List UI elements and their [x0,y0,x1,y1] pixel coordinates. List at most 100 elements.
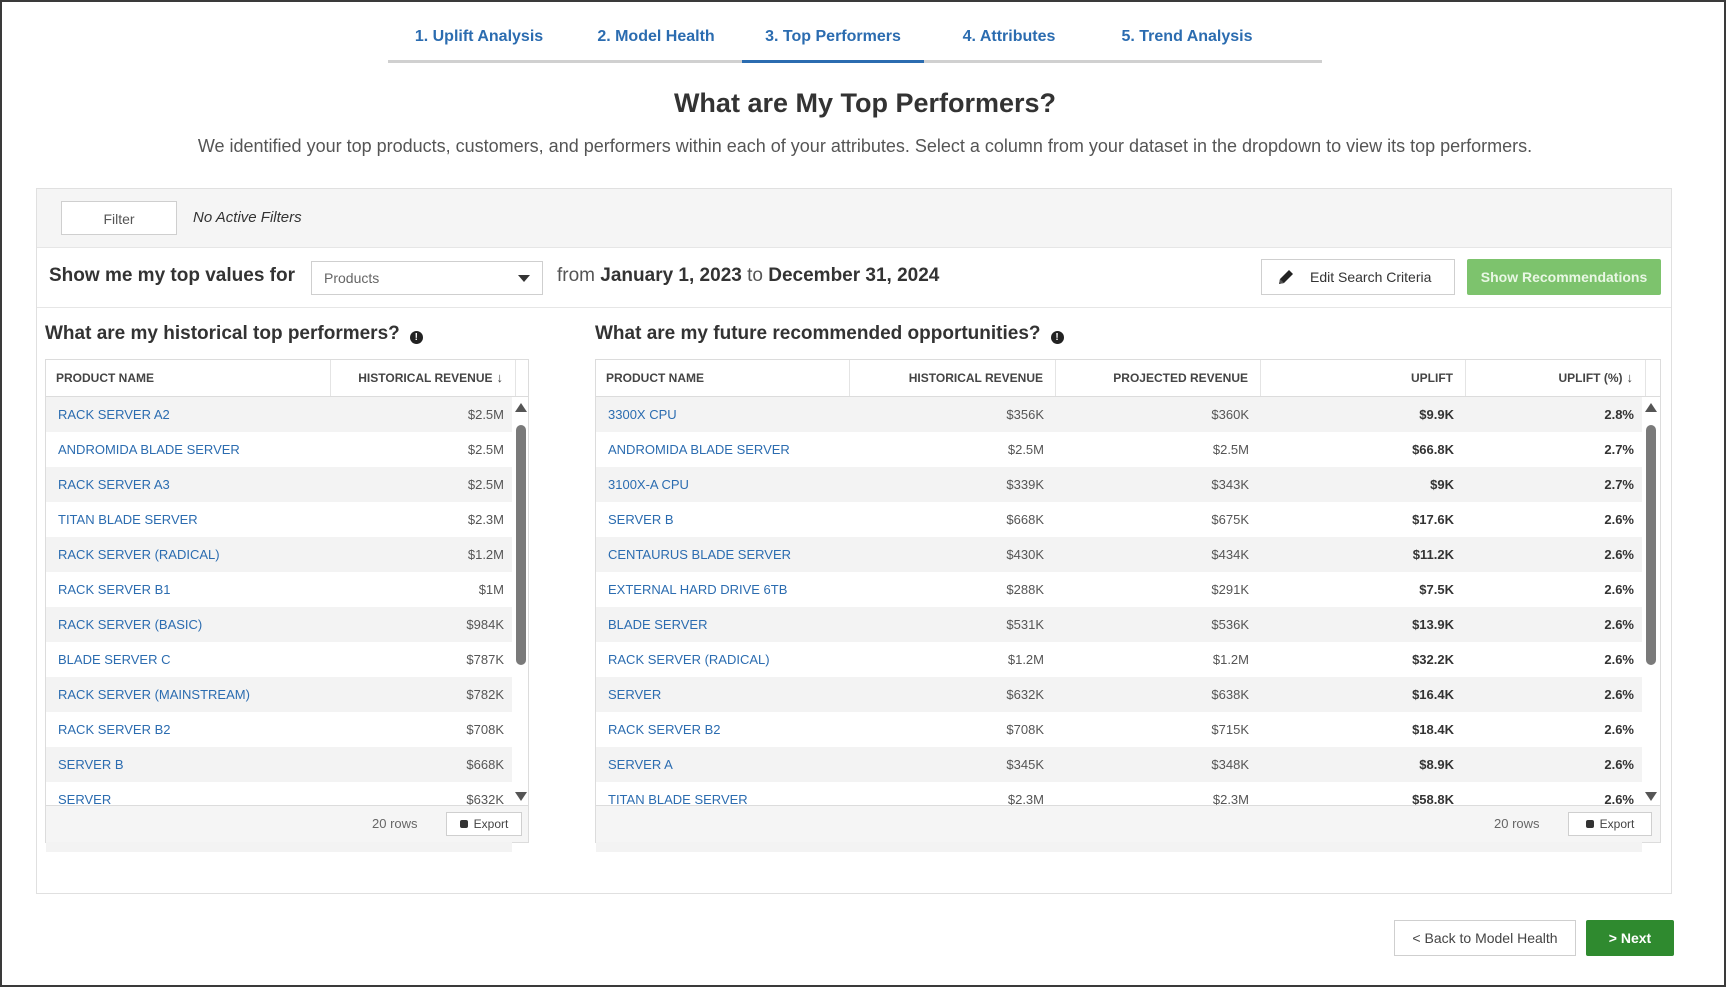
sort-down-icon: ↓ [496,370,504,385]
historical-revenue-cell: $2.5M [467,477,504,492]
historical-revenue-cell: $668K [466,757,504,772]
historical-table: PRODUCT NAME HISTORICAL REVENUE ↓ RACK SE… [45,359,529,852]
projected-revenue-cell: $434K [1211,547,1249,562]
export-button[interactable]: Export [1568,812,1652,836]
chevron-down-icon [518,275,530,282]
next-button[interactable]: > Next [1586,920,1674,956]
dimension-select[interactable]: Products [311,261,543,295]
uplift-pct-cell: 2.6% [1604,757,1634,772]
uplift-cell: $66.8K [1412,442,1454,457]
product-name-link[interactable]: BLADE SERVER C [58,642,170,677]
back-to-model-health-button[interactable]: < Back to Model Health [1394,920,1576,956]
edit-search-criteria-button[interactable]: Edit Search Criteria [1261,259,1455,295]
product-name-link[interactable]: RACK SERVER (RADICAL) [608,642,770,677]
historical-revenue-cell: $2.5M [467,442,504,457]
uplift-cell: $8.9K [1419,757,1454,772]
table-row[interactable]: 3100x-a CPU $339K $343K $9K 2.7% [596,467,1642,502]
projected-revenue-cell: $638K [1211,687,1249,702]
product-name-link[interactable]: 3300x CPU [608,397,677,432]
product-name-link[interactable]: RACK SERVER B2 [608,712,720,747]
uplift-pct-cell: 2.6% [1604,652,1634,667]
table-row[interactable]: RACK SERVER (BASIC) $984K [46,607,512,642]
info-icon[interactable]: ! [409,331,423,344]
product-name-link[interactable]: ANDROMIDA BLADE SERVER [608,432,790,467]
tab-attributes[interactable]: 4. Attributes [924,20,1094,60]
tab-trend-analysis[interactable]: 5. Trend Analysis [1094,20,1280,60]
col-historical-revenue[interactable]: HISTORICAL REVENUE ↓ [331,360,516,396]
edit-search-criteria-label: Edit Search Criteria [1310,269,1432,285]
col-product-name[interactable]: PRODUCT NAME [46,360,331,396]
table-row[interactable]: RACK SERVER (MAINSTREAM) $782K [46,677,512,712]
product-name-link[interactable]: SERVER [608,677,661,712]
export-label: Export [1599,817,1635,831]
scroll-thumb[interactable] [1646,425,1656,665]
table-row[interactable]: RACK SERVER B1 $1M [46,572,512,607]
tab-uplift-analysis[interactable]: 1. Uplift Analysis [388,20,570,60]
table-row[interactable]: CENTAURUS BLADE SERVER $430K $434K $11.2K 2.… [596,537,1642,572]
scroll-thumb[interactable] [516,425,526,665]
historical-revenue-cell: $782K [466,687,504,702]
tab-top-performers[interactable]: 3. Top Performers [742,20,924,63]
table-row[interactable]: BLADE SERVER $531K $536K $13.9K 2.6% [596,607,1642,642]
product-name-link[interactable]: SERVER B [58,747,124,782]
table-row[interactable]: RACK SERVER A3 $2.5M [46,467,512,502]
col-historical-revenue[interactable]: HISTORICAL REVENUE [850,360,1056,396]
pencil-icon [1279,270,1293,284]
table-row[interactable]: RACK SERVER (RADICAL) $1.2M [46,537,512,572]
projected-revenue-cell: $536K [1211,617,1249,632]
historical-scrollbar[interactable] [514,397,528,807]
filter-button[interactable]: Filter [61,201,177,235]
table-row[interactable]: SERVER A $345K $348K $8.9K 2.6% [596,747,1642,782]
scroll-down-icon[interactable] [515,792,527,801]
projected-revenue-cell: $291K [1211,582,1249,597]
product-name-link[interactable]: RACK SERVER A2 [58,397,170,432]
product-name-link[interactable]: TITAN BLADE SERVER [58,502,198,537]
table-row[interactable]: ANDROMIDA BLADE SERVER $2.5M $2.5M $66.8K 2.… [596,432,1642,467]
info-icon[interactable]: ! [1050,331,1064,344]
table-row[interactable]: RACK SERVER B2 $708K [46,712,512,747]
table-row[interactable]: SERVER B $668K [46,747,512,782]
product-name-link[interactable]: EXTERNAL HARD DRIVE 6TB [608,572,787,607]
product-name-link[interactable]: ANDROMIDA BLADE SERVER [58,432,240,467]
product-name-link[interactable]: BLADE SERVER [608,607,707,642]
table-row[interactable]: EXTERNAL HARD DRIVE 6TB $288K $291K $7.5K 2.… [596,572,1642,607]
product-name-link[interactable]: SERVER A [608,747,673,782]
col-projected-revenue[interactable]: PROJECTED REVENUE [1056,360,1261,396]
table-row[interactable]: SERVER $632K $638K $16.4K 2.6% [596,677,1642,712]
uplift-cell: $32.2K [1412,652,1454,667]
historical-title-text: What are my historical top performers? [45,323,400,344]
product-name-link[interactable]: RACK SERVER (RADICAL) [58,537,220,572]
uplift-cell: $7.5K [1419,582,1454,597]
future-scrollbar[interactable] [1644,397,1658,807]
product-name-link[interactable]: RACK SERVER A3 [58,467,170,502]
product-name-link[interactable]: CENTAURUS BLADE SERVER [608,537,791,572]
table-row[interactable]: RACK SERVER (RADICAL) $1.2M $1.2M $32.2K 2.6… [596,642,1642,677]
col-uplift-pct-label: UPLIFT (%) [1558,371,1623,385]
table-row[interactable]: ANDROMIDA BLADE SERVER $2.5M [46,432,512,467]
uplift-cell: $13.9K [1412,617,1454,632]
product-name-link[interactable]: RACK SERVER B1 [58,572,170,607]
scroll-up-icon[interactable] [1645,403,1657,412]
tab-model-health[interactable]: 2. Model Health [570,20,742,60]
lock-icon [459,820,468,828]
historical-revenue-cell: $632K [1006,687,1044,702]
table-row[interactable]: BLADE SERVER C $787K [46,642,512,677]
show-recommendations-button[interactable]: Show Recommendations [1467,259,1661,295]
scroll-down-icon[interactable] [1645,792,1657,801]
table-row[interactable]: SERVER B $668K $675K $17.6K 2.6% [596,502,1642,537]
lock-icon [1585,820,1594,828]
table-row[interactable]: RACK SERVER A2 $2.5M [46,397,512,432]
export-button[interactable]: Export [446,812,522,836]
scroll-up-icon[interactable] [515,403,527,412]
col-product-name[interactable]: PRODUCT NAME [596,360,850,396]
product-name-link[interactable]: SERVER B [608,502,674,537]
col-uplift[interactable]: UPLIFT [1261,360,1466,396]
table-row[interactable]: RACK SERVER B2 $708K $715K $18.4K 2.6% [596,712,1642,747]
table-row[interactable]: 3300x CPU $356K $360K $9.9K 2.8% [596,397,1642,432]
table-row[interactable]: TITAN BLADE SERVER $2.3M [46,502,512,537]
product-name-link[interactable]: RACK SERVER (BASIC) [58,607,202,642]
product-name-link[interactable]: RACK SERVER B2 [58,712,170,747]
product-name-link[interactable]: RACK SERVER (MAINSTREAM) [58,677,250,712]
col-uplift-pct[interactable]: UPLIFT (%) ↓ [1466,360,1646,396]
product-name-link[interactable]: 3100x-a CPU [608,467,689,502]
